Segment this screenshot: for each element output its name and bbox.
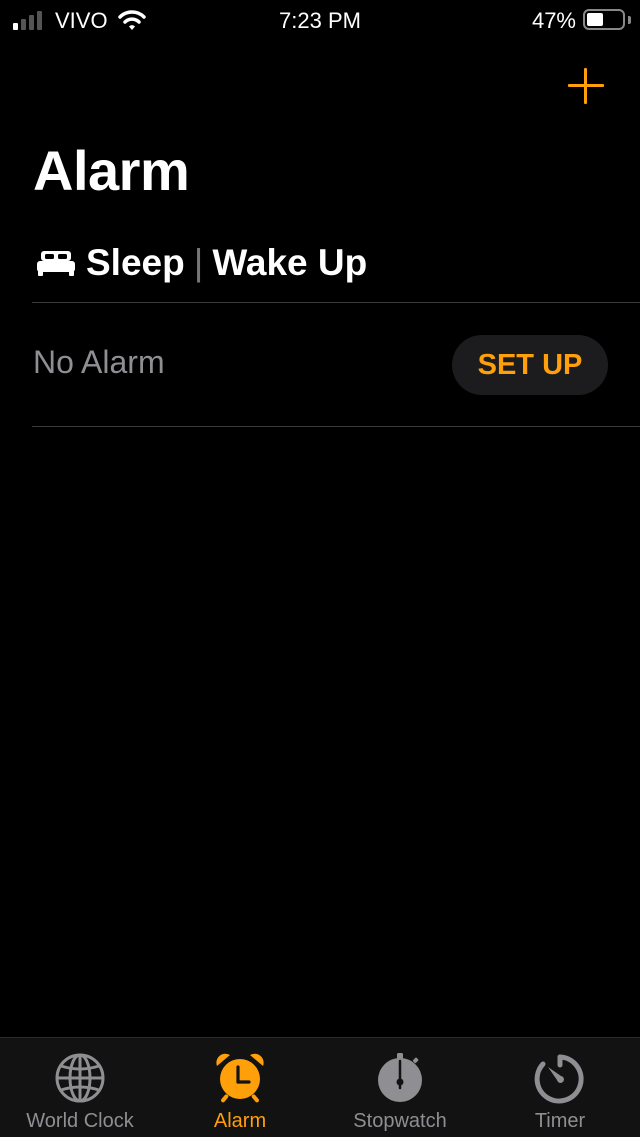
timer-icon — [534, 1054, 584, 1104]
sleep-label: Sleep — [86, 242, 185, 283]
battery-icon — [583, 9, 625, 30]
sleep-wake-header: Sleep | Wake Up — [36, 238, 367, 288]
divider — [32, 426, 640, 427]
tab-label: Alarm — [213, 1110, 267, 1132]
wake-up-label: Wake Up — [212, 242, 368, 283]
header-separator: | — [193, 242, 204, 283]
bed-icon — [37, 251, 75, 276]
tab-world-clock[interactable]: World Clock — [0, 1038, 160, 1137]
divider — [32, 302, 640, 303]
tab-label: Timer — [534, 1110, 586, 1132]
battery-nub — [628, 16, 631, 24]
tab-timer[interactable]: Timer — [480, 1038, 640, 1137]
tab-stopwatch[interactable]: Stopwatch — [320, 1038, 480, 1137]
battery-level-fill — [587, 13, 603, 26]
page-title: Alarm — [33, 139, 190, 202]
tab-label: World Clock — [26, 1110, 134, 1132]
battery-percentage: 47% — [531, 8, 576, 33]
stopwatch-icon — [378, 1053, 422, 1102]
add-alarm-button[interactable] — [566, 66, 606, 106]
tab-bar: World Clock Alarm Stopwatch Timer — [0, 1037, 640, 1137]
status-bar: VIVO 7:23 PM 47% — [0, 0, 640, 40]
tab-label: Stopwatch — [353, 1110, 447, 1132]
sleep-alarm-status: No Alarm — [33, 344, 165, 380]
tab-alarm[interactable]: Alarm — [160, 1038, 320, 1137]
globe-icon — [55, 1053, 105, 1103]
alarm-clock-icon — [216, 1053, 264, 1103]
set-up-button[interactable]: SET UP — [452, 335, 608, 395]
